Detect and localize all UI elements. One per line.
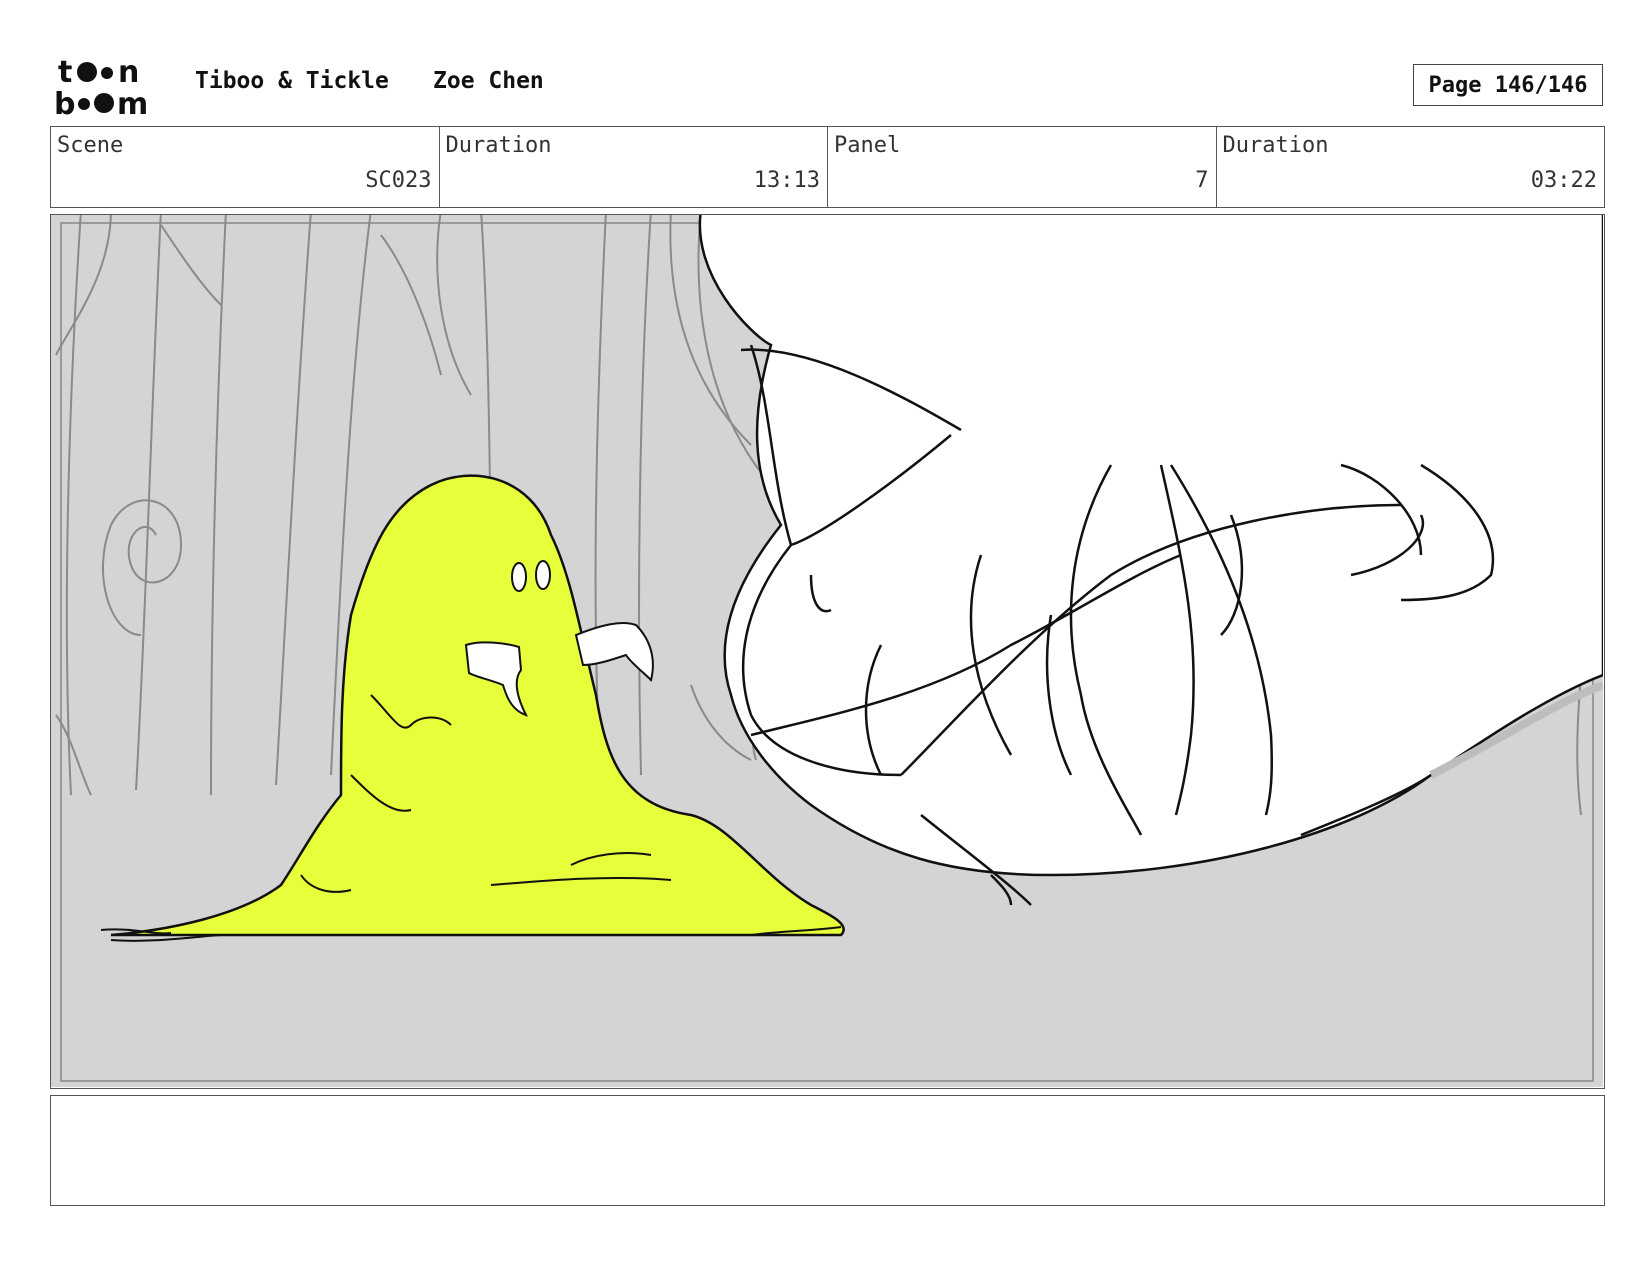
panel-duration-label: Duration xyxy=(1222,133,1329,158)
svg-text:t: t xyxy=(58,55,72,90)
panel-label: Panel xyxy=(834,133,901,158)
panel-notes-box xyxy=(50,1095,1605,1206)
scene-value: SC023 xyxy=(365,168,432,193)
slime-eye-right xyxy=(535,560,551,590)
scene-info-table: Scene SC023 Duration 13:13 Panel 7 Durat… xyxy=(50,126,1605,208)
slime-eye-left xyxy=(511,562,527,592)
scene-duration-label: Duration xyxy=(445,133,552,158)
scene-duration-cell: Duration 13:13 xyxy=(440,127,828,207)
project-title: Tiboo & Tickle xyxy=(195,68,389,94)
scene-cell: Scene SC023 xyxy=(51,127,440,207)
scene-label: Scene xyxy=(57,133,124,158)
panel-cell: Panel 7 xyxy=(828,127,1217,207)
panel-artwork xyxy=(51,215,1603,1087)
page-number: Page 146/146 xyxy=(1413,64,1603,106)
svg-text:b: b xyxy=(54,87,75,116)
panel-duration-value: 03:22 xyxy=(1530,168,1597,193)
svg-text:n: n xyxy=(118,55,139,90)
storyboard-panel xyxy=(50,214,1605,1089)
panel-duration-cell: Duration 03:22 xyxy=(1217,127,1605,207)
author-name: Zoe Chen xyxy=(433,68,544,94)
svg-text:m: m xyxy=(117,87,148,116)
panel-value: 7 xyxy=(1195,168,1209,193)
toon-boom-logo: t n b m xyxy=(54,55,148,116)
scene-duration-value: 13:13 xyxy=(753,168,820,193)
